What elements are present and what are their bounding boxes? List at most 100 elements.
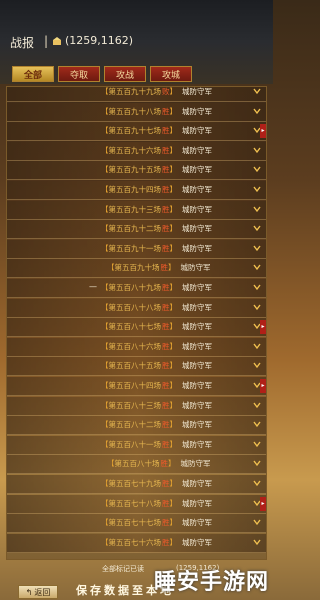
battle-result: 败	[162, 87, 170, 96]
chevron-down-icon[interactable]	[253, 185, 261, 193]
bracket-close: 】	[169, 322, 178, 332]
battle-result: 胜	[160, 459, 169, 469]
battle-report-text: 【第五百九十场胜】 城防守军	[107, 262, 211, 273]
battle-report-row[interactable]: 【第五百七十七场胜】 城防守军	[7, 514, 266, 534]
tab-siege[interactable]: 攻城	[150, 66, 192, 82]
chevron-down-icon[interactable]	[253, 538, 261, 546]
bracket-open: 【	[101, 185, 109, 194]
defender-name: 城防守军	[180, 263, 211, 273]
battle-number: 第五百七十六场	[108, 537, 162, 547]
battle-report-row[interactable]: 【第五百九十七场胜】 城防守军 ▸	[7, 122, 266, 142]
battle-report-row[interactable]: 【第五百九十场胜】 城防守军	[7, 259, 266, 279]
battle-number: 第五百九十一场	[108, 243, 162, 253]
battle-report-row[interactable]: 【第五百八十一场胜】 城防守军	[7, 435, 266, 455]
battle-number: 第五百八十九场	[108, 283, 162, 292]
chevron-down-icon[interactable]	[253, 303, 261, 311]
battle-report-row[interactable]: 【第五百八十四场胜】 城防守军 ▸	[7, 377, 266, 396]
battle-number: 第五百九十四场	[108, 185, 162, 194]
battle-report-text: 【第五百七十六场胜】 城防守军	[101, 537, 212, 548]
chevron-down-icon[interactable]	[253, 440, 261, 448]
battle-report-row[interactable]: 【第五百七十九场胜】 城防守军	[7, 475, 266, 494]
battle-report-row[interactable]: 【第五百八十三场胜】 城防守军	[7, 396, 266, 416]
battle-number: 第五百九十三场	[108, 204, 162, 214]
chevron-down-icon[interactable]	[253, 165, 261, 173]
battle-report-row[interactable]: 【第五百七十六场胜】 城防守军	[7, 533, 266, 553]
battle-report-list[interactable]: 【第五百九十九场败】 城防守军 【第五百九十八场胜】 城防守军 【第五百九十七场胜】 城防…	[6, 86, 267, 560]
bracket-open: 【	[101, 361, 109, 371]
chevron-down-icon[interactable]	[253, 420, 261, 428]
battle-report-text: 【第五百九十九场败】 城防守军	[101, 87, 212, 97]
battle-number: 第五百九十五场	[108, 165, 162, 175]
defender-name: 城防守军	[182, 126, 212, 136]
chevron-down-icon[interactable]	[253, 87, 261, 95]
battle-report-row[interactable]: 【第五百九十二场胜】 城防守军	[7, 220, 266, 240]
battle-number: 第五百八十二场	[108, 420, 162, 430]
battle-report-row[interactable]: 【第五百九十六场胜】 城防守军	[7, 141, 266, 161]
chevron-down-icon[interactable]	[253, 518, 261, 526]
battle-report-text: 【第五百八十场胜】 城防守军	[107, 458, 211, 469]
battle-number: 第五百九十八场	[108, 106, 162, 116]
bracket-close: 】	[169, 283, 178, 292]
battle-report-row[interactable]: 【第五百九十五场胜】 城防守军	[7, 161, 266, 181]
battle-report-row[interactable]: 【第五百九十四场胜】 城防守军	[7, 181, 266, 200]
tab-seize[interactable]: 夺取	[58, 66, 100, 82]
bracket-open: 【	[107, 263, 115, 273]
chevron-down-icon[interactable]	[253, 244, 261, 252]
bracket-close: 】	[169, 224, 178, 234]
battle-number: 第五百八十八场	[108, 302, 162, 312]
chevron-down-icon[interactable]	[253, 459, 261, 467]
bracket-open: 【	[101, 341, 109, 351]
battle-report-row[interactable]: 【第五百九十九场败】 城防守军	[7, 87, 266, 102]
bracket-close: 】	[169, 243, 178, 253]
battle-number: 第五百八十六场	[108, 341, 162, 351]
battle-report-row[interactable]: 【第五百八十九场胜】 城防守军 —	[7, 279, 266, 298]
defender-name: 城防守军	[182, 537, 212, 547]
back-label: 返回	[34, 587, 51, 597]
battle-number: 第五百七十七场	[108, 518, 162, 528]
defender-name: 城防守军	[182, 518, 212, 528]
battle-report-row[interactable]: 【第五百八十六场胜】 城防守军	[7, 337, 266, 357]
red-flag-icon: ▸	[260, 320, 266, 335]
chevron-down-icon[interactable]	[253, 205, 261, 213]
battle-number: 第五百八十一场	[108, 439, 162, 449]
chevron-down-icon[interactable]	[253, 479, 261, 487]
bracket-close: 】	[169, 302, 178, 312]
battle-report-row[interactable]: 【第五百八十场胜】 城防守军	[7, 455, 266, 475]
battle-report-row[interactable]: 【第五百八十八场胜】 城防守军	[7, 298, 266, 318]
battle-report-text: 【第五百九十二场胜】 城防守军	[101, 223, 212, 234]
chevron-down-icon[interactable]	[253, 107, 261, 115]
battle-report-text: 【第五百九十七场胜】 城防守军	[101, 125, 212, 136]
bracket-open: 【	[101, 224, 109, 234]
chevron-down-icon[interactable]	[253, 283, 261, 291]
battle-result: 胜	[162, 224, 170, 234]
back-button[interactable]: ↰ 返回	[18, 585, 58, 599]
chevron-down-icon[interactable]	[253, 342, 261, 350]
battle-report-row[interactable]: 【第五百九十八场胜】 城防守军	[7, 102, 266, 122]
battle-report-row[interactable]: 【第五百八十七场胜】 城防守军 ▸	[7, 318, 266, 338]
bracket-open: 【	[101, 439, 109, 449]
mark-all-read[interactable]: 全部标记已读	[102, 564, 144, 574]
coordinates[interactable]: (1259,1162)	[65, 34, 133, 47]
chevron-down-icon[interactable]	[253, 263, 261, 271]
tab-battle[interactable]: 攻战	[104, 66, 146, 82]
tab-all[interactable]: 全部	[12, 66, 54, 82]
battle-report-row[interactable]: 【第五百七十八场胜】 城防守军 ▸	[7, 494, 266, 514]
battle-number: 第五百七十八场	[108, 498, 162, 508]
battle-report-text: 【第五百九十五场胜】 城防守军	[101, 164, 212, 175]
battle-report-row[interactable]: 【第五百九十三场胜】 城防守军	[7, 200, 266, 220]
battle-report-text: 【第五百八十五场胜】 城防守军	[101, 360, 212, 371]
title-separator: |	[44, 34, 49, 48]
bracket-open: 【	[101, 400, 109, 410]
chevron-down-icon[interactable]	[253, 401, 261, 409]
battle-result: 胜	[162, 243, 170, 253]
battle-report-row[interactable]: 【第五百八十五场胜】 城防守军	[7, 357, 266, 377]
battle-result: 胜	[162, 145, 170, 155]
chevron-down-icon[interactable]	[253, 361, 261, 369]
chevron-down-icon[interactable]	[253, 146, 261, 154]
battle-report-row[interactable]: 【第五百八十二场胜】 城防守军	[7, 416, 266, 436]
defender-name: 城防守军	[182, 479, 212, 488]
bracket-close: 】	[169, 479, 178, 488]
chevron-down-icon[interactable]	[253, 224, 261, 232]
bracket-close: 】	[169, 204, 178, 214]
battle-report-row[interactable]: 【第五百九十一场胜】 城防守军	[7, 239, 266, 259]
